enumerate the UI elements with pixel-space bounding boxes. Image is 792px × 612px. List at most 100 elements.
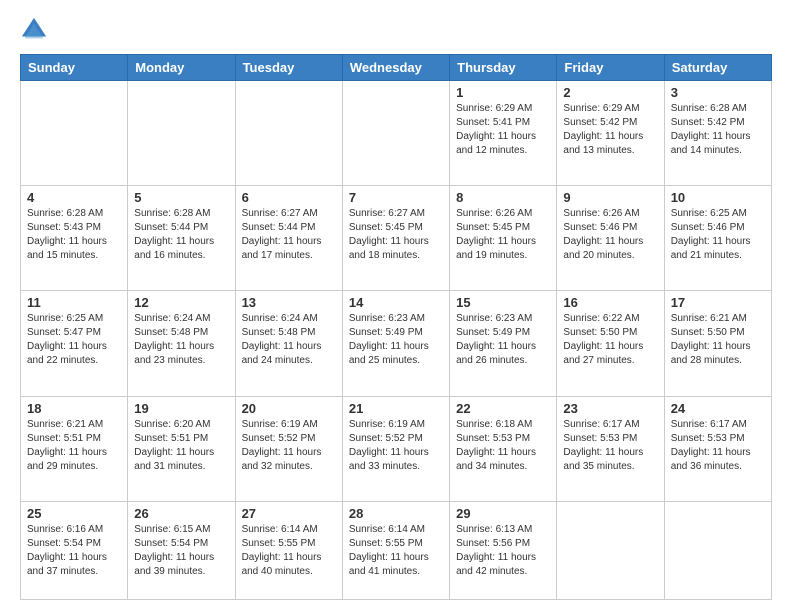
calendar-cell: 13 Sunrise: 6:24 AM Sunset: 5:48 PM Dayli… bbox=[235, 291, 342, 396]
calendar-cell: 20 Sunrise: 6:19 AM Sunset: 5:52 PM Dayli… bbox=[235, 396, 342, 501]
day-number: 18 bbox=[27, 401, 121, 416]
day-number: 14 bbox=[349, 295, 443, 310]
day-info: Sunrise: 6:28 AM Sunset: 5:43 PM Dayligh… bbox=[27, 207, 121, 263]
calendar-cell: 28 Sunrise: 6:14 AM Sunset: 5:55 PM Dayli… bbox=[342, 501, 449, 599]
calendar-cell: 19Sunrise: 6:20 AM Sunset: 5:51 PM Dayli… bbox=[128, 396, 235, 501]
calendar-cell: 29 Sunrise: 6:13 AM Sunset: 5:56 PM Dayli… bbox=[450, 501, 557, 599]
day-number: 10 bbox=[671, 190, 765, 205]
calendar-cell: 16 Sunrise: 6:22 AM Sunset: 5:50 PM Dayli… bbox=[557, 291, 664, 396]
day-info: Sunrise: 6:14 AM Sunset: 5:55 PM Dayligh… bbox=[349, 523, 443, 579]
calendar-cell: 22Sunrise: 6:18 AM Sunset: 5:53 PM Dayli… bbox=[450, 396, 557, 501]
day-info: Sunrise: 6:24 AM Sunset: 5:48 PM Dayligh… bbox=[134, 312, 228, 368]
calendar-cell: 3 Sunrise: 6:28 AM Sunset: 5:42 PM Daylig… bbox=[664, 81, 771, 186]
calendar-cell: 25 Sunrise: 6:16 AM Sunset: 5:54 PM Dayli… bbox=[21, 501, 128, 599]
calendar-cell: 11 Sunrise: 6:25 AM Sunset: 5:47 PM Dayli… bbox=[21, 291, 128, 396]
calendar-cell: 9 Sunrise: 6:26 AM Sunset: 5:46 PM Daylig… bbox=[557, 186, 664, 291]
calendar-cell bbox=[664, 501, 771, 599]
day-number: 23 bbox=[563, 401, 657, 416]
calendar-cell: 24 Sunrise: 6:17 AM Sunset: 5:53 PM Dayli… bbox=[664, 396, 771, 501]
calendar-cell: 27Sunrise: 6:14 AM Sunset: 5:55 PM Dayli… bbox=[235, 501, 342, 599]
day-number: 5 bbox=[134, 190, 228, 205]
day-info: Sunrise: 6:21 AM Sunset: 5:50 PM Dayligh… bbox=[671, 312, 765, 368]
day-number: 13 bbox=[242, 295, 336, 310]
calendar-cell: 15 Sunrise: 6:23 AM Sunset: 5:49 PM Dayli… bbox=[450, 291, 557, 396]
calendar-header-row: SundayMondayTuesdayWednesdayThursdayFrid… bbox=[21, 55, 772, 81]
calendar-day-header: Friday bbox=[557, 55, 664, 81]
calendar-cell: 12 Sunrise: 6:24 AM Sunset: 5:48 PM Dayli… bbox=[128, 291, 235, 396]
day-number: 25 bbox=[27, 506, 121, 521]
day-number: 21 bbox=[349, 401, 443, 416]
calendar-week-row: 1 Sunrise: 6:29 AM Sunset: 5:41 PM Daylig… bbox=[21, 81, 772, 186]
day-info: Sunrise: 6:27 AM Sunset: 5:45 PM Dayligh… bbox=[349, 207, 443, 263]
day-number: 7 bbox=[349, 190, 443, 205]
day-info: Sunrise: 6:29 AM Sunset: 5:42 PM Dayligh… bbox=[563, 102, 657, 158]
day-info: Sunrise: 6:14 AM Sunset: 5:55 PM Dayligh… bbox=[242, 523, 336, 579]
day-info: Sunrise: 6:17 AM Sunset: 5:53 PM Dayligh… bbox=[671, 418, 765, 474]
day-number: 17 bbox=[671, 295, 765, 310]
day-number: 20 bbox=[242, 401, 336, 416]
calendar-cell: 10 Sunrise: 6:25 AM Sunset: 5:46 PM Dayli… bbox=[664, 186, 771, 291]
calendar-week-row: 4Sunrise: 6:28 AM Sunset: 5:43 PM Daylig… bbox=[21, 186, 772, 291]
day-info: Sunrise: 6:15 AM Sunset: 5:54 PM Dayligh… bbox=[134, 523, 228, 579]
calendar-day-header: Wednesday bbox=[342, 55, 449, 81]
calendar-cell: 7 Sunrise: 6:27 AM Sunset: 5:45 PM Daylig… bbox=[342, 186, 449, 291]
calendar-cell: 23Sunrise: 6:17 AM Sunset: 5:53 PM Dayli… bbox=[557, 396, 664, 501]
day-info: Sunrise: 6:21 AM Sunset: 5:51 PM Dayligh… bbox=[27, 418, 121, 474]
day-number: 24 bbox=[671, 401, 765, 416]
day-number: 26 bbox=[134, 506, 228, 521]
calendar-cell bbox=[128, 81, 235, 186]
day-info: Sunrise: 6:28 AM Sunset: 5:42 PM Dayligh… bbox=[671, 102, 765, 158]
calendar-cell: 21 Sunrise: 6:19 AM Sunset: 5:52 PM Dayli… bbox=[342, 396, 449, 501]
day-number: 6 bbox=[242, 190, 336, 205]
calendar-cell: 8Sunrise: 6:26 AM Sunset: 5:45 PM Daylig… bbox=[450, 186, 557, 291]
day-number: 9 bbox=[563, 190, 657, 205]
calendar-cell bbox=[557, 501, 664, 599]
day-info: Sunrise: 6:22 AM Sunset: 5:50 PM Dayligh… bbox=[563, 312, 657, 368]
calendar-cell bbox=[342, 81, 449, 186]
day-info: Sunrise: 6:19 AM Sunset: 5:52 PM Dayligh… bbox=[242, 418, 336, 474]
day-info: Sunrise: 6:26 AM Sunset: 5:46 PM Dayligh… bbox=[563, 207, 657, 263]
day-info: Sunrise: 6:24 AM Sunset: 5:48 PM Dayligh… bbox=[242, 312, 336, 368]
calendar-cell: 26 Sunrise: 6:15 AM Sunset: 5:54 PM Dayli… bbox=[128, 501, 235, 599]
calendar-day-header: Tuesday bbox=[235, 55, 342, 81]
calendar-day-header: Monday bbox=[128, 55, 235, 81]
day-number: 16 bbox=[563, 295, 657, 310]
header bbox=[20, 16, 772, 44]
calendar-cell: 1 Sunrise: 6:29 AM Sunset: 5:41 PM Daylig… bbox=[450, 81, 557, 186]
calendar-day-header: Thursday bbox=[450, 55, 557, 81]
page: SundayMondayTuesdayWednesdayThursdayFrid… bbox=[0, 0, 792, 612]
calendar-cell: 14 Sunrise: 6:23 AM Sunset: 5:49 PM Dayli… bbox=[342, 291, 449, 396]
calendar-cell: 18 Sunrise: 6:21 AM Sunset: 5:51 PM Dayli… bbox=[21, 396, 128, 501]
day-number: 15 bbox=[456, 295, 550, 310]
day-number: 29 bbox=[456, 506, 550, 521]
day-info: Sunrise: 6:23 AM Sunset: 5:49 PM Dayligh… bbox=[349, 312, 443, 368]
calendar-week-row: 25 Sunrise: 6:16 AM Sunset: 5:54 PM Dayli… bbox=[21, 501, 772, 599]
day-number: 2 bbox=[563, 85, 657, 100]
calendar-cell: 2 Sunrise: 6:29 AM Sunset: 5:42 PM Daylig… bbox=[557, 81, 664, 186]
day-info: Sunrise: 6:23 AM Sunset: 5:49 PM Dayligh… bbox=[456, 312, 550, 368]
calendar-day-header: Sunday bbox=[21, 55, 128, 81]
day-info: Sunrise: 6:16 AM Sunset: 5:54 PM Dayligh… bbox=[27, 523, 121, 579]
calendar-cell bbox=[21, 81, 128, 186]
calendar-cell: 4Sunrise: 6:28 AM Sunset: 5:43 PM Daylig… bbox=[21, 186, 128, 291]
day-number: 3 bbox=[671, 85, 765, 100]
calendar-week-row: 11 Sunrise: 6:25 AM Sunset: 5:47 PM Dayli… bbox=[21, 291, 772, 396]
logo bbox=[20, 16, 52, 44]
day-info: Sunrise: 6:29 AM Sunset: 5:41 PM Dayligh… bbox=[456, 102, 550, 158]
day-info: Sunrise: 6:13 AM Sunset: 5:56 PM Dayligh… bbox=[456, 523, 550, 579]
day-number: 12 bbox=[134, 295, 228, 310]
day-info: Sunrise: 6:18 AM Sunset: 5:53 PM Dayligh… bbox=[456, 418, 550, 474]
day-info: Sunrise: 6:26 AM Sunset: 5:45 PM Dayligh… bbox=[456, 207, 550, 263]
day-info: Sunrise: 6:27 AM Sunset: 5:44 PM Dayligh… bbox=[242, 207, 336, 263]
calendar-cell bbox=[235, 81, 342, 186]
logo-icon bbox=[20, 16, 48, 44]
day-number: 28 bbox=[349, 506, 443, 521]
day-number: 1 bbox=[456, 85, 550, 100]
day-info: Sunrise: 6:19 AM Sunset: 5:52 PM Dayligh… bbox=[349, 418, 443, 474]
calendar-cell: 5Sunrise: 6:28 AM Sunset: 5:44 PM Daylig… bbox=[128, 186, 235, 291]
calendar-week-row: 18 Sunrise: 6:21 AM Sunset: 5:51 PM Dayli… bbox=[21, 396, 772, 501]
calendar-cell: 6 Sunrise: 6:27 AM Sunset: 5:44 PM Daylig… bbox=[235, 186, 342, 291]
day-info: Sunrise: 6:25 AM Sunset: 5:46 PM Dayligh… bbox=[671, 207, 765, 263]
day-number: 11 bbox=[27, 295, 121, 310]
day-info: Sunrise: 6:25 AM Sunset: 5:47 PM Dayligh… bbox=[27, 312, 121, 368]
